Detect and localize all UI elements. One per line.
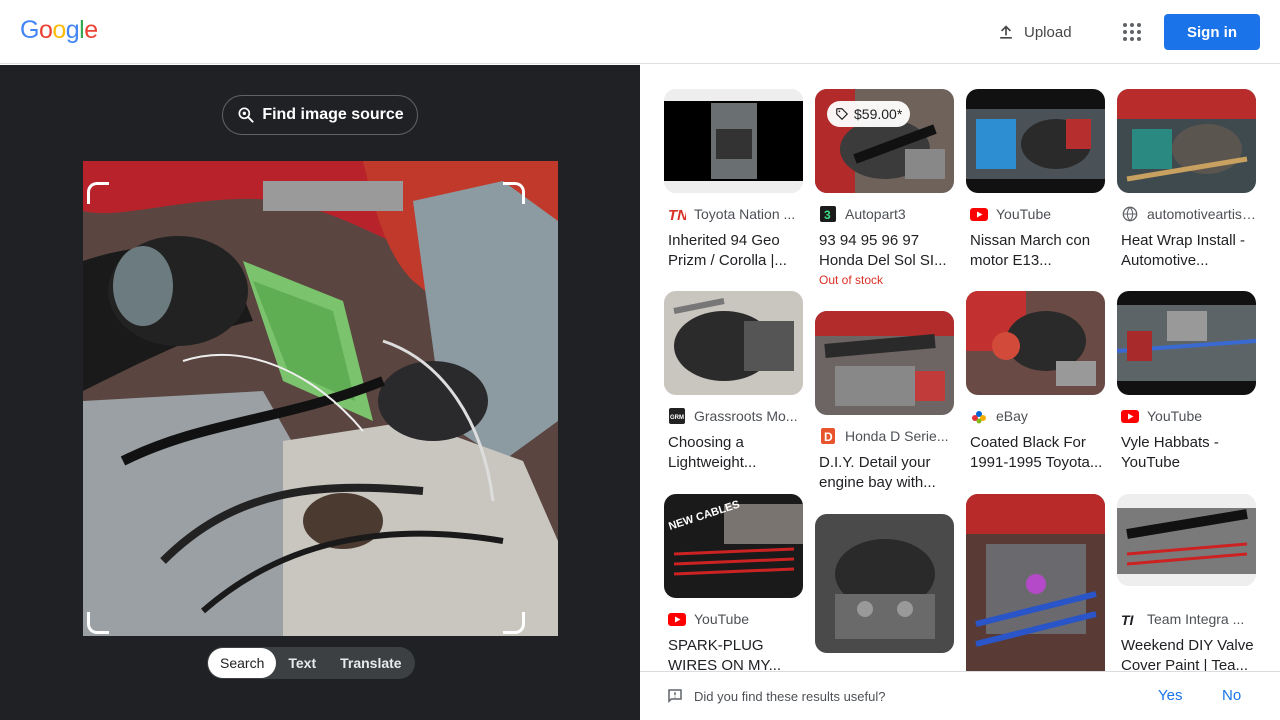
result-title[interactable]: SPARK-PLUG WIRES ON MY... (664, 636, 803, 671)
result-source: Team Integra ... (1147, 611, 1245, 627)
result-source: YouTube (694, 611, 750, 627)
result-source: YouTube (996, 206, 1052, 222)
result-source: YouTube (1147, 408, 1203, 424)
svg-text:3: 3 (824, 208, 831, 222)
grm-icon: GRM (668, 408, 686, 424)
result-card[interactable]: D Honda D Serie... D.I.Y. Detail your eng… (815, 311, 954, 493)
svg-text:TN: TN (668, 207, 686, 221)
result-card[interactable] (966, 494, 1105, 671)
result-source: Grassroots Mo... (694, 408, 798, 424)
result-card[interactable] (815, 514, 954, 653)
youtube-icon (970, 206, 988, 222)
result-source: Autopart3 (845, 206, 906, 222)
crop-selection[interactable] (87, 182, 525, 634)
result-thumbnail[interactable] (815, 514, 954, 653)
result-card[interactable]: TI Team Integra ... Weekend DIY Valve Cov… (1117, 494, 1256, 671)
result-card[interactable]: automotiveartist... Heat Wrap Install - … (1117, 89, 1256, 271)
feedback-bar: Did you find these results useful? Yes N… (640, 671, 1280, 720)
result-title[interactable]: Inherited 94 Geo Prizm / Corolla |... (664, 231, 803, 271)
price-tag-icon (836, 108, 849, 121)
result-card[interactable]: GRM Grassroots Mo... Choosing a Lightweig… (664, 291, 803, 473)
svg-text:TI: TI (1121, 612, 1135, 626)
price-tag: $59.00* (827, 101, 911, 127)
result-thumbnail[interactable]: $59.00* (815, 89, 954, 193)
result-title[interactable]: Coated Black For 1991-1995 Toyota... (966, 433, 1105, 473)
result-title[interactable]: Heat Wrap Install - Automotive... (1117, 231, 1256, 271)
result-card[interactable]: YouTube Nissan March con motor E13... (966, 89, 1105, 271)
ti-logo-icon: TI (1121, 611, 1139, 627)
find-image-source-label: Find image source (262, 106, 404, 123)
result-source: Toyota Nation ... (694, 206, 796, 222)
result-title[interactable]: Weekend DIY Valve Cover Paint | Tea... (1117, 636, 1256, 671)
globe-icon (1121, 206, 1139, 222)
lens-search-icon (238, 107, 254, 123)
honda-d-icon: D (819, 428, 837, 444)
feedback-no-button[interactable]: No (1222, 687, 1241, 704)
crop-handle-top-left[interactable] (87, 182, 109, 204)
google-logo[interactable]: Google (20, 16, 98, 45)
logo-letter: o (38, 16, 53, 44)
feedback-icon (668, 689, 682, 704)
result-source: eBay (996, 408, 1028, 424)
feedback-yes-button[interactable]: Yes (1158, 687, 1182, 704)
result-thumbnail[interactable] (966, 494, 1105, 671)
result-thumbnail[interactable] (966, 89, 1105, 193)
stock-status: Out of stock (819, 273, 884, 287)
result-title[interactable]: 93 94 95 96 97 Honda Del Sol SI... (815, 231, 954, 271)
result-thumbnail[interactable] (966, 291, 1105, 395)
tab-search[interactable]: Search (208, 648, 277, 678)
ebay-icon (970, 408, 988, 424)
result-title[interactable]: Vyle Habbats - YouTube (1117, 433, 1256, 473)
feedback-question: Did you find these results useful? (694, 688, 886, 704)
result-source: automotiveartist... (1147, 206, 1256, 222)
tab-text[interactable]: Text (276, 648, 328, 678)
youtube-icon (1121, 408, 1139, 424)
result-card[interactable]: YouTube Vyle Habbats - YouTube (1117, 291, 1256, 473)
lens-mode-tabs: Search Text Translate (207, 647, 415, 679)
result-card[interactable]: TN Toyota Nation ... Inherited 94 Geo Pri… (664, 89, 803, 271)
result-source: Honda D Serie... (845, 428, 949, 444)
find-image-source-button[interactable]: Find image source (222, 95, 418, 135)
result-thumbnail[interactable] (664, 291, 803, 395)
result-card[interactable]: NEW CABLES YouTube SPARK-PLUG WIRES ON M… (664, 494, 803, 671)
result-title[interactable]: Choosing a Lightweight... (664, 433, 803, 473)
image-preview-panel: Find image source Search Text Translate (0, 65, 640, 720)
result-card[interactable]: eBay Coated Black For 1991-1995 Toyota..… (966, 291, 1105, 473)
result-thumbnail[interactable] (1117, 291, 1256, 395)
upload-label: Upload (1024, 23, 1072, 41)
youtube-icon (668, 611, 686, 627)
result-thumbnail[interactable] (664, 89, 803, 193)
price-label: $59.00* (854, 106, 903, 122)
upload-icon (1000, 25, 1012, 39)
logo-letter: g (65, 16, 80, 44)
result-card[interactable]: $59.00* 3 Autopart3 93 94 95 96 97 Honda … (815, 89, 954, 287)
result-title[interactable]: Nissan March con motor E13... (966, 231, 1105, 271)
crop-handle-bottom-right[interactable] (503, 612, 525, 634)
result-thumbnail[interactable]: NEW CABLES (664, 494, 803, 598)
apps-grid-icon[interactable] (1112, 12, 1152, 52)
autopart3-icon: 3 (819, 206, 837, 222)
crop-handle-bottom-left[interactable] (87, 612, 109, 634)
svg-text:GRM: GRM (670, 415, 684, 421)
tab-translate[interactable]: Translate (328, 648, 413, 678)
logo-letter: e (84, 16, 98, 44)
result-title[interactable]: D.I.Y. Detail your engine bay with... (815, 453, 954, 493)
crop-handle-top-right[interactable] (503, 182, 525, 204)
svg-text:D: D (824, 430, 833, 444)
result-thumbnail[interactable] (815, 311, 954, 415)
top-header: Google Upload Sign in (0, 0, 1280, 64)
result-thumbnail[interactable] (1117, 89, 1256, 193)
result-thumbnail[interactable] (1117, 494, 1256, 586)
sign-in-button[interactable]: Sign in (1164, 14, 1260, 50)
logo-letter: o (52, 16, 66, 44)
upload-button[interactable]: Upload (984, 14, 1084, 50)
logo-letter: G (20, 16, 39, 44)
tn-logo-icon: TN (668, 206, 686, 222)
visual-matches-panel: TN Toyota Nation ... Inherited 94 Geo Pri… (640, 65, 1280, 671)
